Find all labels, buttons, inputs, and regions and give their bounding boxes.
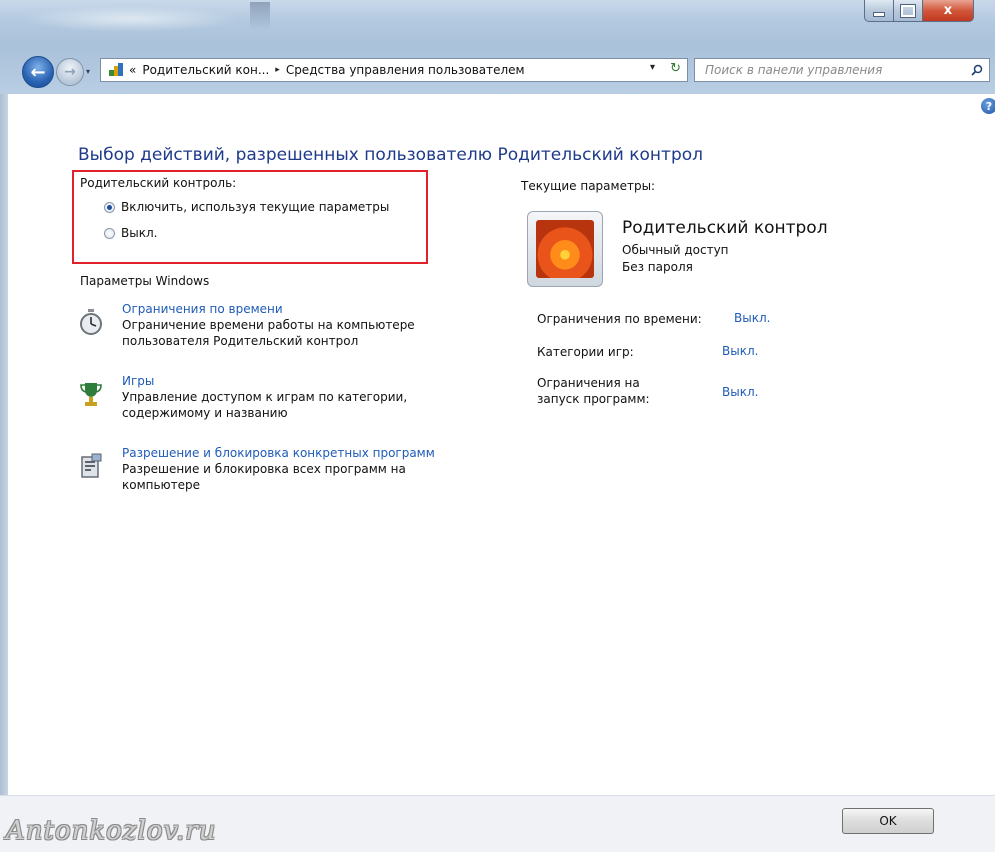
programs-description: Разрешение и блокировка всех программ на…	[122, 462, 406, 492]
maximize-icon	[900, 3, 916, 18]
program-limits-status-value[interactable]: Выкл.	[722, 385, 758, 399]
maximize-button[interactable]	[893, 0, 923, 22]
flower-picture-icon	[536, 220, 594, 278]
radio-enable-label[interactable]: Включить, используя текущие параметры	[121, 200, 389, 214]
user-name: Родительский контрол	[622, 218, 828, 238]
time-limits-description: Ограничение времени работы на компьютере…	[122, 318, 415, 348]
search-input[interactable]: Поиск в панели управления	[694, 58, 990, 82]
breadcrumb-separator-icon[interactable]: ▸	[275, 65, 280, 75]
forward-arrow-icon: →	[64, 64, 76, 80]
radio-enable-circle[interactable]	[104, 201, 115, 213]
breadcrumb-overflow[interactable]: «	[129, 63, 136, 77]
search-icon[interactable]	[971, 61, 983, 80]
minimize-icon	[873, 12, 885, 17]
watermark: Antonkozlov.ru	[6, 816, 217, 846]
address-dropdown-icon[interactable]: ▾	[650, 62, 655, 73]
ok-button[interactable]: OK	[842, 808, 934, 834]
close-icon: x	[943, 3, 953, 18]
back-arrow-icon: ←	[30, 61, 46, 83]
forward-button[interactable]: →	[56, 58, 84, 86]
time-limits-status-value[interactable]: Выкл.	[734, 311, 770, 325]
radio-off[interactable]: Выкл.	[104, 226, 157, 240]
games-description: Управление доступом к играм по категории…	[122, 390, 408, 420]
current-settings-heading: Текущие параметры:	[521, 179, 656, 193]
close-button[interactable]: x	[922, 0, 974, 22]
breadcrumb-user-controls[interactable]: Средства управления пользователем	[286, 63, 525, 77]
programs-link[interactable]: Разрешение и блокировка конкретных прогр…	[122, 446, 435, 460]
navigation-bar: ← → ▾ « Родительский кон... ▸ Средства у…	[0, 46, 995, 94]
program-limits-status-label: Ограничения на запуск программ:	[537, 376, 650, 406]
search-placeholder: Поиск в панели управления	[705, 63, 883, 77]
title-bar: x	[0, 0, 995, 46]
minimize-button[interactable]	[864, 0, 894, 22]
radio-enable[interactable]: Включить, используя текущие параметры	[104, 200, 389, 214]
parental-control-label: Родительский контроль:	[80, 176, 237, 190]
refresh-icon[interactable]: ↻	[670, 61, 681, 76]
back-button[interactable]: ←	[22, 56, 54, 88]
main-content: Выбор действий, разрешенных пользователю…	[0, 94, 995, 794]
games-link[interactable]: Игры	[122, 374, 154, 388]
password-status: Без пароля	[622, 260, 693, 274]
program-block-icon	[78, 452, 104, 480]
time-limits-status-label: Ограничения по времени:	[537, 312, 702, 326]
windows-settings-heading: Параметры Windows	[80, 274, 210, 288]
user-avatar	[527, 211, 603, 287]
address-bar[interactable]: « Родительский кон... ▸ Средства управле…	[100, 58, 688, 82]
radio-off-circle[interactable]	[104, 227, 115, 239]
time-limits-link[interactable]: Ограничения по времени	[122, 302, 283, 316]
recent-pages-dropdown[interactable]: ▾	[86, 67, 90, 76]
trophy-icon	[78, 380, 104, 408]
breadcrumb-parental-control[interactable]: Родительский кон...	[142, 63, 269, 77]
control-panel-window: x ← → ▾ « Родительский кон... ▸ Средства…	[0, 0, 995, 852]
account-type: Обычный доступ	[622, 243, 729, 257]
control-panel-icon	[107, 62, 125, 78]
page-title: Выбор действий, разрешенных пользователю…	[78, 145, 704, 165]
stopwatch-icon	[78, 308, 104, 336]
radio-off-label[interactable]: Выкл.	[121, 226, 157, 240]
game-categories-status-value[interactable]: Выкл.	[722, 344, 758, 358]
game-categories-status-label: Категории игр:	[537, 345, 634, 359]
